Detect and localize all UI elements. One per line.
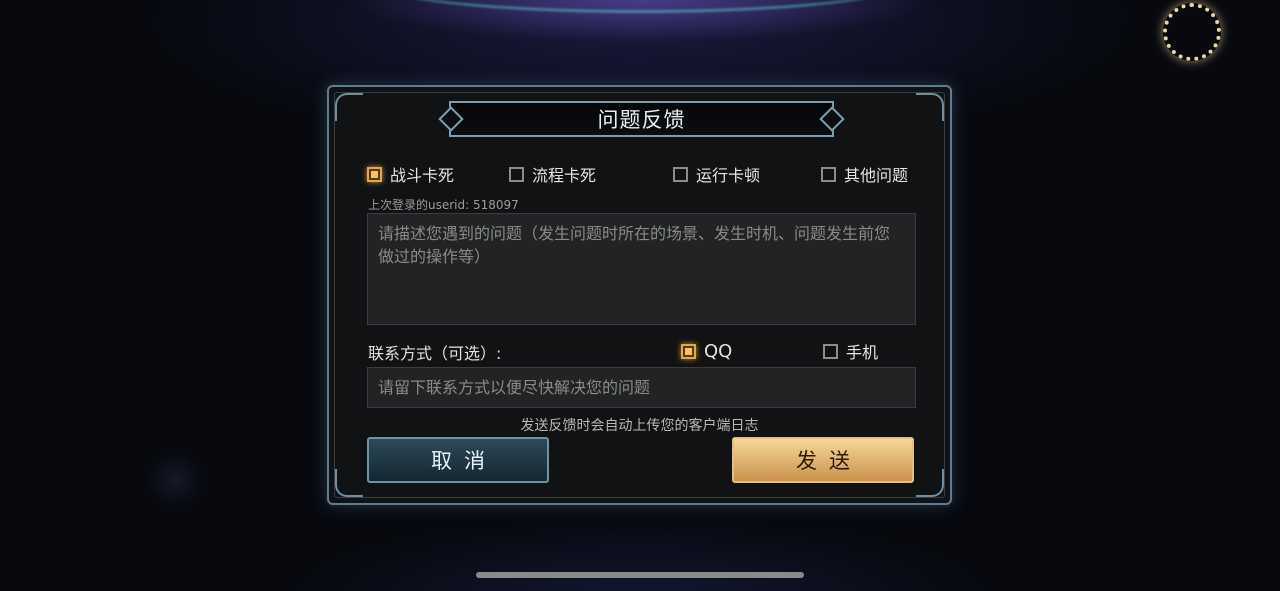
contact-option-label: 手机 bbox=[846, 343, 879, 362]
contact-method-label: 联系方式（可选）: bbox=[368, 344, 502, 363]
contact-type-options: QQ 手机 bbox=[681, 340, 921, 362]
contact-placeholder: 请留下联系方式以便尽快解决您的问题 bbox=[378, 378, 651, 397]
checkbox-unchecked-icon[interactable] bbox=[673, 166, 688, 182]
checkbox-checked-icon[interactable] bbox=[681, 343, 696, 359]
feedback-dialog: 问题反馈 战斗卡死 流程卡死 运行卡顿 其他问题 上次登录的userid: 51… bbox=[327, 85, 952, 505]
ring-ornament-icon bbox=[1163, 3, 1221, 61]
corner-ornament-icon bbox=[916, 93, 944, 121]
problem-description-input[interactable]: 请描述您遇到的问题（发生问题时所在的场景、发生时机、问题发生前您做过的操作等） bbox=[367, 213, 916, 325]
cancel-button[interactable]: 取消 bbox=[367, 437, 549, 483]
home-indicator[interactable] bbox=[476, 572, 804, 578]
contact-input[interactable]: 请留下联系方式以便尽快解决您的问题 bbox=[367, 367, 916, 408]
corner-ornament-icon bbox=[916, 469, 944, 497]
contact-option-qq[interactable]: QQ bbox=[681, 340, 732, 362]
issue-type-options: 战斗卡死 流程卡死 运行卡顿 其他问题 bbox=[367, 163, 917, 185]
issue-option-other[interactable]: 其他问题 bbox=[821, 163, 908, 185]
description-placeholder: 请描述您遇到的问题（发生问题时所在的场景、发生时机、问题发生前您做过的操作等） bbox=[378, 224, 891, 266]
contact-option-label: QQ bbox=[704, 340, 733, 362]
send-button[interactable]: 发送 bbox=[732, 437, 914, 483]
issue-option-label: 其他问题 bbox=[844, 166, 909, 185]
issue-option-flow-freeze[interactable]: 流程卡死 bbox=[509, 163, 596, 185]
log-upload-note: 发送反馈时会自动上传您的客户端日志 bbox=[520, 418, 759, 434]
issue-option-label: 战斗卡死 bbox=[390, 166, 455, 185]
checkbox-unchecked-icon[interactable] bbox=[821, 166, 836, 182]
checkbox-unchecked-icon[interactable] bbox=[509, 166, 524, 182]
checkbox-checked-icon[interactable] bbox=[367, 166, 382, 182]
background-glow-arc bbox=[370, 0, 910, 13]
issue-option-label: 流程卡死 bbox=[532, 166, 597, 185]
corner-ornament-icon bbox=[335, 469, 363, 497]
issue-option-lag[interactable]: 运行卡顿 bbox=[673, 163, 760, 185]
checkbox-unchecked-icon[interactable] bbox=[823, 343, 838, 359]
last-login-userid: 上次登录的userid: 518097 bbox=[368, 198, 519, 212]
corner-ornament-icon bbox=[335, 93, 363, 121]
issue-option-battle-freeze[interactable]: 战斗卡死 bbox=[367, 163, 454, 185]
dialog-title-plate: 问题反馈 bbox=[449, 101, 834, 137]
issue-option-label: 运行卡顿 bbox=[696, 166, 761, 185]
dialog-title: 问题反馈 bbox=[597, 108, 686, 132]
contact-option-phone[interactable]: 手机 bbox=[823, 340, 878, 362]
